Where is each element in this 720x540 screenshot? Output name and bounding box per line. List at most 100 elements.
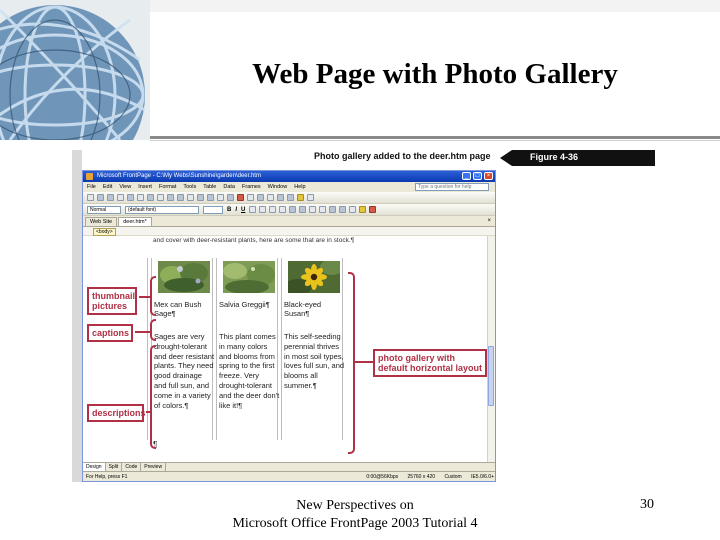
menu-table[interactable]: Table bbox=[203, 184, 216, 190]
tab-deer-htm[interactable]: deer.htm* bbox=[118, 217, 152, 226]
web-component-icon[interactable] bbox=[217, 194, 224, 201]
open-icon[interactable] bbox=[97, 194, 104, 201]
bold-icon[interactable]: B bbox=[227, 207, 231, 213]
menu-bar: File Edit View Insert Format Tools Table… bbox=[83, 182, 495, 192]
tab-design-view[interactable]: Design bbox=[83, 463, 106, 471]
page-tabs: Web Site deer.htm* × bbox=[83, 216, 495, 227]
view-tabs: Design Split Code Preview bbox=[83, 462, 495, 471]
status-browser-compat: IE5.0/6.0+ bbox=[471, 474, 494, 480]
menu-edit[interactable]: Edit bbox=[103, 184, 112, 190]
menu-view[interactable]: View bbox=[119, 184, 131, 190]
publish-icon[interactable] bbox=[117, 194, 124, 201]
gallery-item[interactable]: Salvia Greggii¶ This plant comes in many… bbox=[216, 258, 279, 440]
frontpage-app-icon bbox=[86, 173, 93, 180]
mexican-bush-sage-thumbnail[interactable] bbox=[158, 261, 210, 293]
stop-icon[interactable] bbox=[277, 194, 284, 201]
paste-icon[interactable] bbox=[177, 194, 184, 201]
page-number: 30 bbox=[640, 497, 654, 512]
decrease-font-icon[interactable] bbox=[299, 206, 307, 213]
status-details: 0:00@56Kbps 25760 x 420 Custom IE5.0/6.0… bbox=[358, 474, 494, 480]
quick-tag-selector: <body> bbox=[83, 227, 495, 236]
justify-icon[interactable] bbox=[279, 206, 287, 213]
salvia-greggii-thumbnail[interactable] bbox=[223, 261, 275, 293]
insert-table-icon[interactable] bbox=[227, 194, 234, 201]
menu-insert[interactable]: Insert bbox=[138, 184, 152, 190]
align-left-icon[interactable] bbox=[249, 206, 257, 213]
gallery-description: This self-seeding perennial thrives in m… bbox=[284, 332, 345, 390]
redo-icon[interactable] bbox=[207, 194, 214, 201]
help-icon[interactable] bbox=[307, 194, 314, 201]
copy-icon[interactable] bbox=[167, 194, 174, 201]
increase-font-icon[interactable] bbox=[289, 206, 297, 213]
callout-leader bbox=[355, 361, 373, 363]
status-bar: For Help, press F1 0:00@56Kbps 25760 x 4… bbox=[83, 471, 495, 481]
menu-data[interactable]: Data bbox=[223, 184, 235, 190]
captions-bracket bbox=[150, 319, 156, 341]
maximize-icon[interactable]: □ bbox=[473, 172, 482, 180]
black-eyed-susan-thumbnail[interactable] bbox=[288, 261, 340, 293]
underline-icon[interactable]: U bbox=[241, 207, 245, 213]
help-question-input[interactable]: Type a question for help bbox=[415, 183, 489, 191]
menu-frames[interactable]: Frames bbox=[242, 184, 261, 190]
gallery-item[interactable]: Mex can Bush Sage¶ Sages are very drough… bbox=[151, 258, 215, 440]
bullets-icon[interactable] bbox=[319, 206, 327, 213]
align-center-icon[interactable] bbox=[259, 206, 267, 213]
borders-icon[interactable] bbox=[349, 206, 357, 213]
minimize-icon[interactable]: _ bbox=[462, 172, 471, 180]
close-tab-icon[interactable]: × bbox=[487, 218, 491, 224]
gallery-bracket bbox=[348, 272, 355, 454]
tab-web-site[interactable]: Web Site bbox=[85, 217, 118, 226]
italic-icon[interactable]: I bbox=[235, 207, 237, 213]
body-tag-button[interactable]: <body> bbox=[93, 228, 116, 236]
spelling-icon[interactable] bbox=[147, 194, 154, 201]
font-select[interactable]: (default font) bbox=[125, 205, 199, 214]
show-all-icon[interactable] bbox=[287, 194, 294, 201]
refresh-icon[interactable] bbox=[267, 194, 274, 201]
figure-stripe bbox=[72, 150, 82, 482]
new-page-icon[interactable] bbox=[87, 194, 94, 201]
thumbnail-pictures-callout: thumbnail pictures bbox=[87, 287, 137, 315]
numbering-icon[interactable] bbox=[309, 206, 317, 213]
print-icon[interactable] bbox=[127, 194, 134, 201]
preview-icon[interactable] bbox=[137, 194, 144, 201]
format-painter-icon[interactable] bbox=[187, 194, 194, 201]
status-help-text: For Help, press F1 bbox=[86, 474, 128, 480]
thumbnail-bracket bbox=[150, 276, 156, 316]
slide-title: Web Page with Photo Gallery bbox=[252, 58, 618, 90]
save-icon[interactable] bbox=[107, 194, 114, 201]
undo-icon[interactable] bbox=[197, 194, 204, 201]
menu-file[interactable]: File bbox=[87, 184, 96, 190]
figure-caption: Photo gallery added to the deer.htm page bbox=[314, 151, 491, 161]
status-download-time: 0:00@56Kbps bbox=[366, 474, 399, 480]
slide: Web Page with Photo Gallery Photo galler… bbox=[0, 0, 720, 540]
tab-code-view[interactable]: Code bbox=[122, 463, 142, 471]
align-right-icon[interactable] bbox=[269, 206, 277, 213]
cut-icon[interactable] bbox=[157, 194, 164, 201]
style-select[interactable]: Normal bbox=[87, 205, 121, 214]
title-divider bbox=[150, 136, 720, 139]
descriptions-bracket bbox=[150, 345, 156, 449]
globe-logo-image bbox=[0, 0, 150, 140]
highlight-icon[interactable] bbox=[359, 206, 367, 213]
vertical-scrollbar[interactable] bbox=[487, 236, 495, 462]
menu-window[interactable]: Window bbox=[268, 184, 288, 190]
menu-format[interactable]: Format bbox=[159, 184, 176, 190]
gallery-caption: Black-eyed Susan¶ bbox=[284, 300, 322, 318]
gallery-item[interactable]: Black-eyed Susan¶ This self-seeding pere… bbox=[281, 258, 345, 440]
font-color-icon[interactable] bbox=[369, 206, 377, 213]
hyperlink-icon[interactable] bbox=[257, 194, 264, 201]
font-size-select[interactable] bbox=[203, 205, 223, 214]
drawing-icon[interactable] bbox=[247, 194, 254, 201]
tab-preview[interactable]: Preview bbox=[141, 463, 167, 471]
close-icon[interactable]: × bbox=[484, 172, 493, 180]
scrollbar-thumb[interactable] bbox=[488, 346, 494, 406]
increase-indent-icon[interactable] bbox=[339, 206, 347, 213]
menu-tools[interactable]: Tools bbox=[183, 184, 196, 190]
gallery-description: Sages are very drought-tolerant and deer… bbox=[154, 332, 215, 410]
menu-help[interactable]: Help bbox=[294, 184, 305, 190]
tab-split-view[interactable]: Split bbox=[106, 463, 123, 471]
figure-label: Figure 4-36 bbox=[500, 150, 655, 166]
insert-picture-icon[interactable] bbox=[237, 194, 244, 201]
toggle-pane-icon[interactable] bbox=[297, 194, 304, 201]
decrease-indent-icon[interactable] bbox=[329, 206, 337, 213]
